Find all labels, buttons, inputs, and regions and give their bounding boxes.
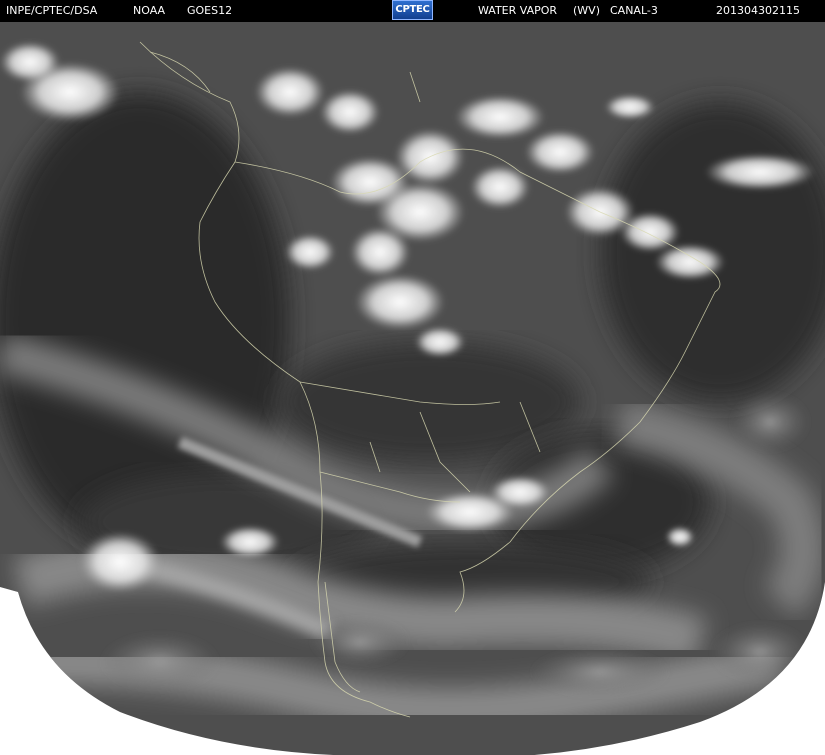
logo-text: CPTEC — [395, 4, 430, 15]
cptec-logo-icon: CPTEC — [392, 0, 433, 20]
channel-label: CANAL-3 — [610, 4, 658, 17]
channel-type-label: WATER VAPOR — [478, 4, 558, 17]
satellite-label: GOES12 — [187, 4, 233, 17]
image-header: INPE/CPTEC/DSA NOAA GOES12 CPTEC WATER V… — [0, 0, 825, 22]
timestamp-label: 201304302115 — [716, 4, 800, 17]
satellite-viewer: INPE/CPTEC/DSA NOAA GOES12 CPTEC WATER V… — [0, 0, 825, 755]
source-label: INPE/CPTEC/DSA — [6, 4, 98, 17]
agency-label: NOAA — [133, 4, 166, 17]
water-vapor-image — [0, 22, 825, 755]
satellite-image — [0, 22, 825, 755]
channel-abbrev-label: (WV) — [573, 4, 600, 17]
